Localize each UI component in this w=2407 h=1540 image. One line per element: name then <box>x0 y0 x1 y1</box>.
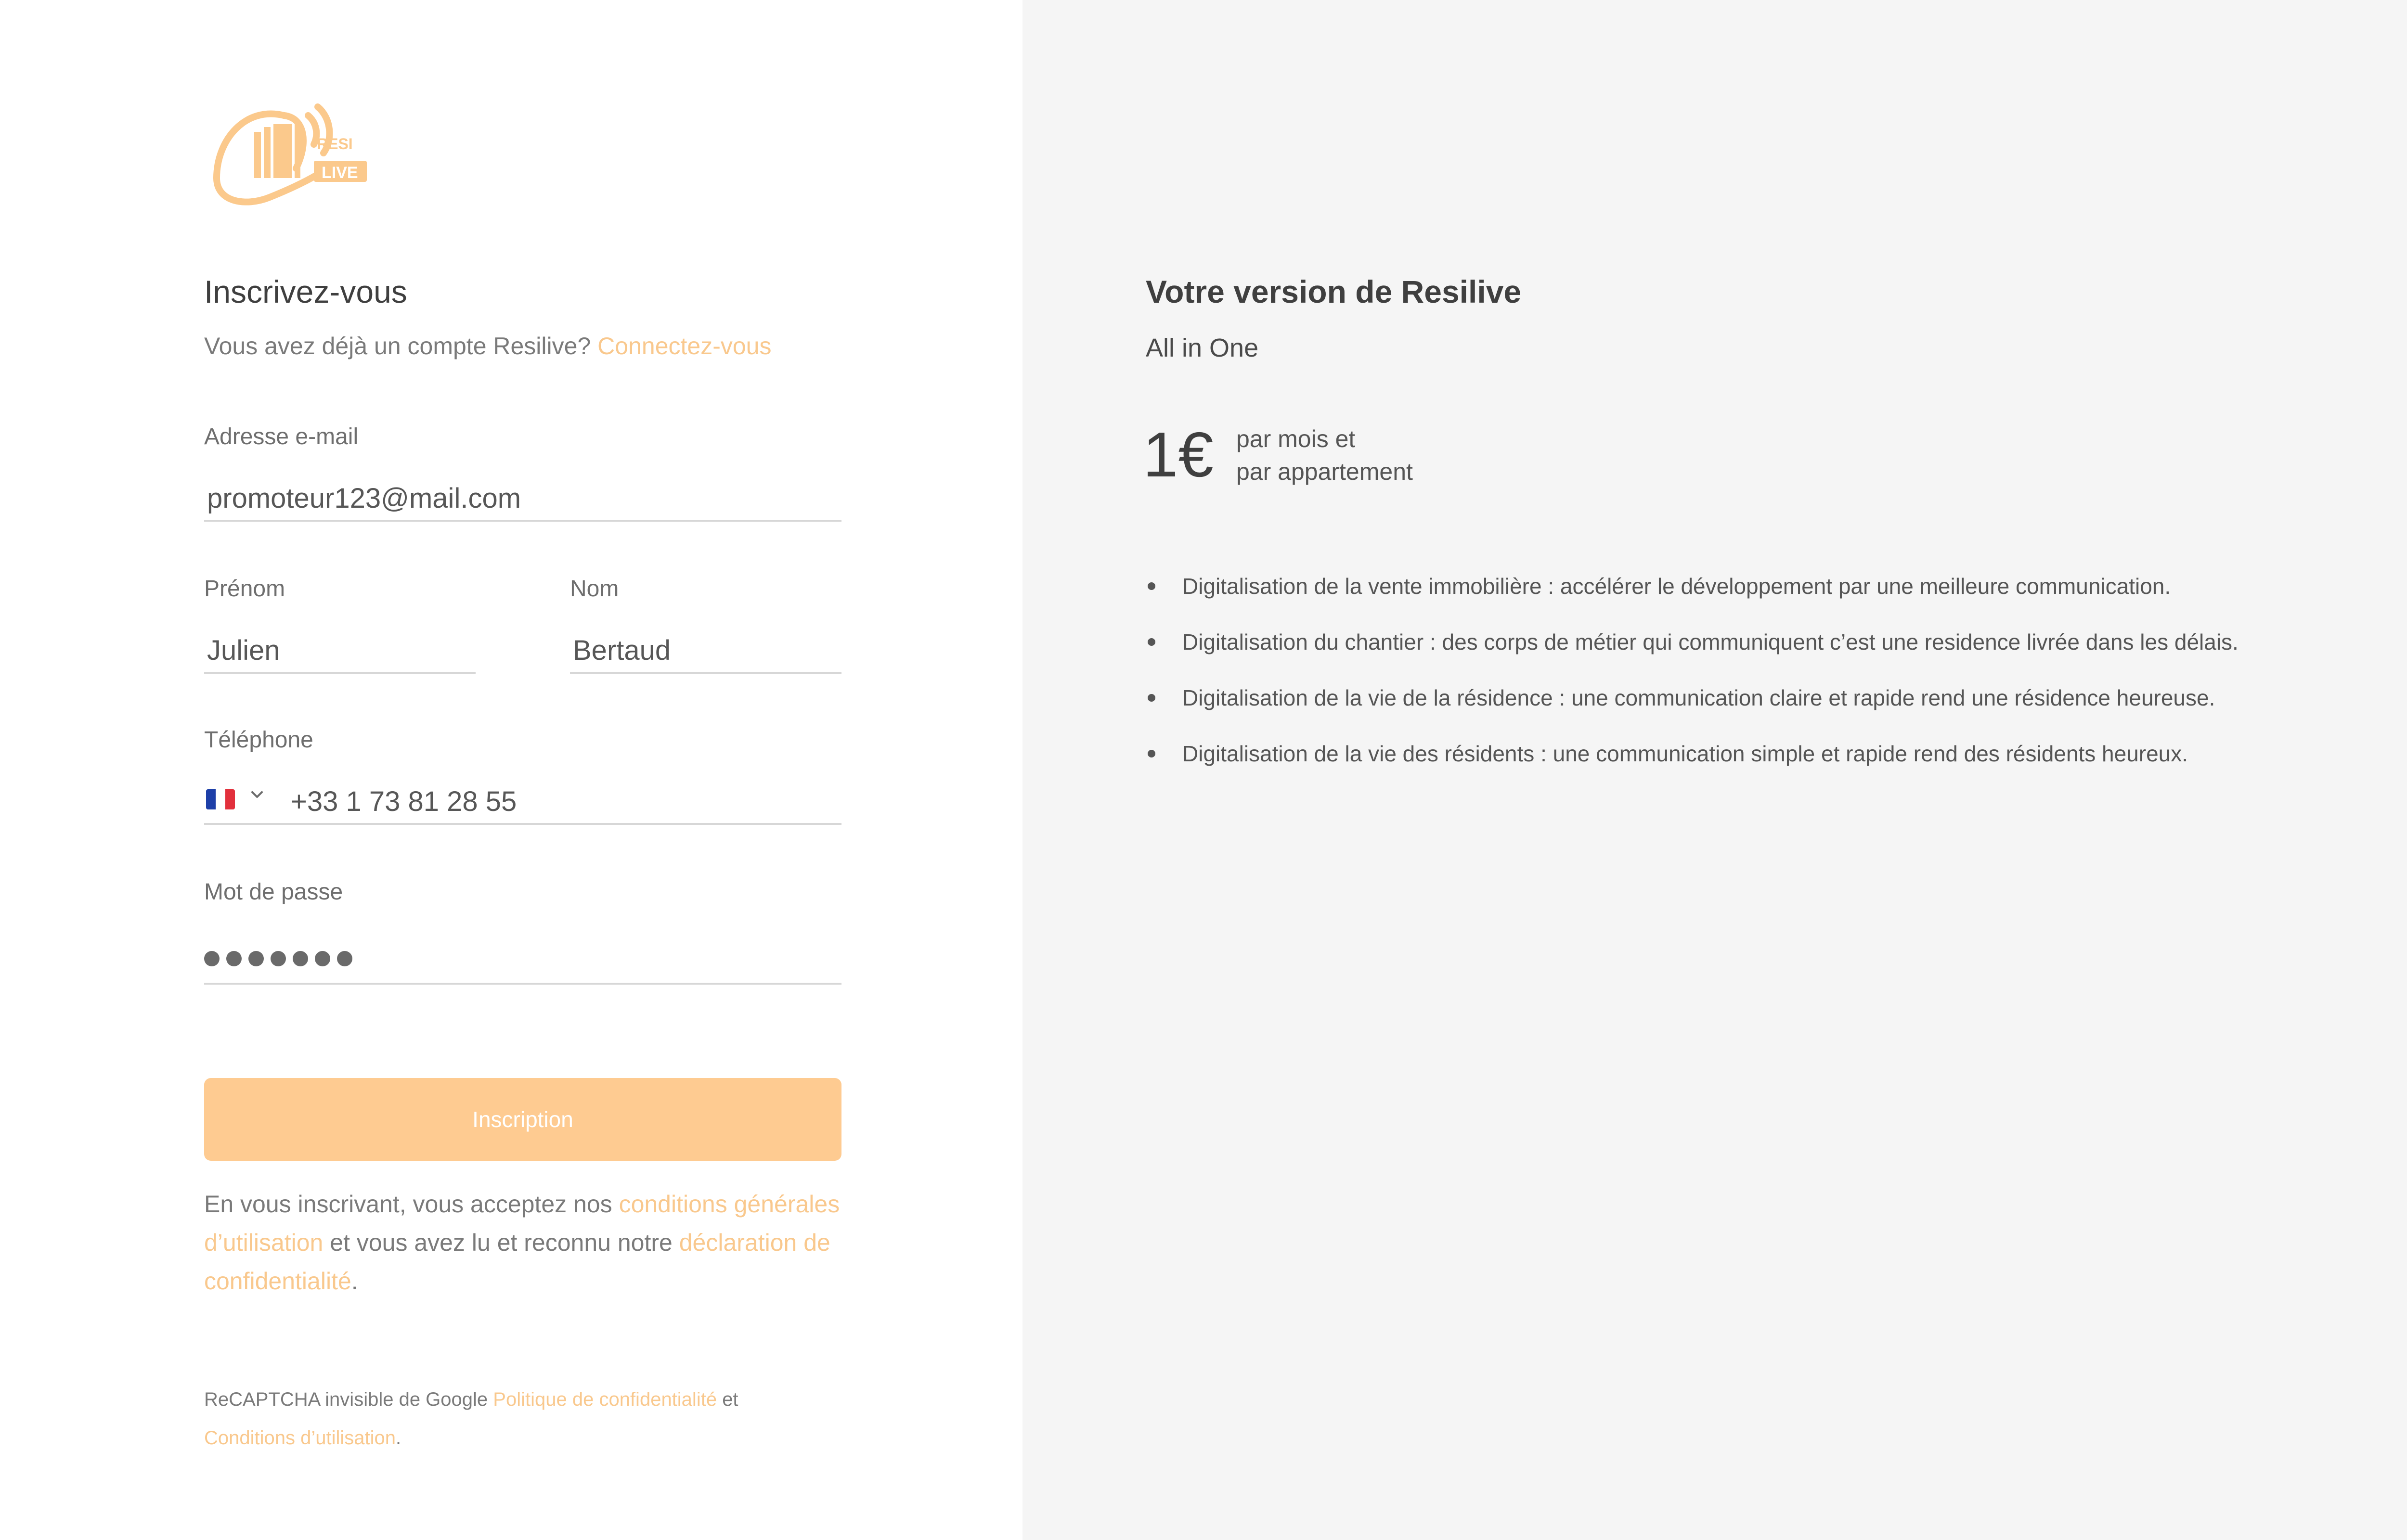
first-name-field[interactable] <box>204 629 479 672</box>
login-link[interactable]: Connectez-vous <box>597 333 771 359</box>
resilive-logo: RESI LIVE <box>213 103 367 205</box>
phone-field[interactable] <box>204 780 928 823</box>
recaptcha-prefix: ReCAPTCHA invisible de Google <box>204 1389 488 1410</box>
first-name-label: Prénom <box>204 576 285 602</box>
plan-price-description: par mois et par appartement <box>1236 423 1413 488</box>
plan-price: 1€ <box>1143 419 1214 490</box>
terms-suffix: . <box>351 1268 358 1295</box>
password-label: Mot de passe <box>204 879 343 905</box>
recaptcha-notice: ReCAPTCHA invisible de Google Politique … <box>204 1380 849 1457</box>
page-title: Inscrivez-vous <box>204 274 407 309</box>
password-mask <box>204 951 352 966</box>
login-prompt: Vous avez déjà un compte Resilive? Conne… <box>204 332 771 360</box>
plan-panel: Votre version de Resilive All in One 1€ … <box>1022 0 2407 1540</box>
plan-title: Votre version de Resilive <box>1146 274 1522 309</box>
recaptcha-suffix: . <box>396 1427 401 1449</box>
feature-item: Digitalisation de la vie de la résidence… <box>1146 670 2239 726</box>
terms-notice: En vous inscrivant, vous acceptez nos co… <box>204 1185 849 1300</box>
signup-button[interactable]: Inscription <box>204 1078 841 1161</box>
feature-item: Digitalisation du chantier : des corps d… <box>1146 614 2239 670</box>
feature-list: Digitalisation de la vente immobilière :… <box>1146 558 2239 782</box>
first-name-field-wrapper <box>204 629 479 674</box>
price-line-2: par appartement <box>1236 458 1413 485</box>
phone-field-wrapper <box>204 780 928 825</box>
price-line-1: par mois et <box>1236 425 1356 452</box>
email-field-wrapper <box>204 476 844 522</box>
last-name-label: Nom <box>570 576 619 602</box>
feature-item: Digitalisation de la vente immobilière :… <box>1146 558 2239 614</box>
last-name-field[interactable] <box>570 629 844 672</box>
logo-text-top: RESI <box>317 135 353 153</box>
terms-middle: et vous avez lu et reconnu notre <box>330 1229 673 1256</box>
email-field[interactable] <box>204 476 844 520</box>
terms-prefix: En vous inscrivant, vous acceptez nos <box>204 1191 612 1218</box>
plan-subtitle: All in One <box>1146 334 1259 362</box>
feature-item: Digitalisation de la vie des résidents :… <box>1146 726 2239 782</box>
google-privacy-link[interactable]: Politique de confidentialité <box>493 1389 717 1410</box>
google-terms-link[interactable]: Conditions d’utilisation <box>204 1427 396 1449</box>
signup-page: RESI LIVE Inscrivez-vous Vous avez déjà … <box>0 0 2407 1540</box>
login-prompt-text: Vous avez déjà un compte Resilive? <box>204 333 591 359</box>
last-name-field-wrapper <box>570 629 844 674</box>
phone-label: Téléphone <box>204 727 313 753</box>
email-label: Adresse e-mail <box>204 424 359 449</box>
recaptcha-middle: et <box>722 1389 738 1410</box>
signup-panel: RESI LIVE Inscrivez-vous Vous avez déjà … <box>0 0 1022 1540</box>
logo-text-bottom: LIVE <box>322 164 358 182</box>
